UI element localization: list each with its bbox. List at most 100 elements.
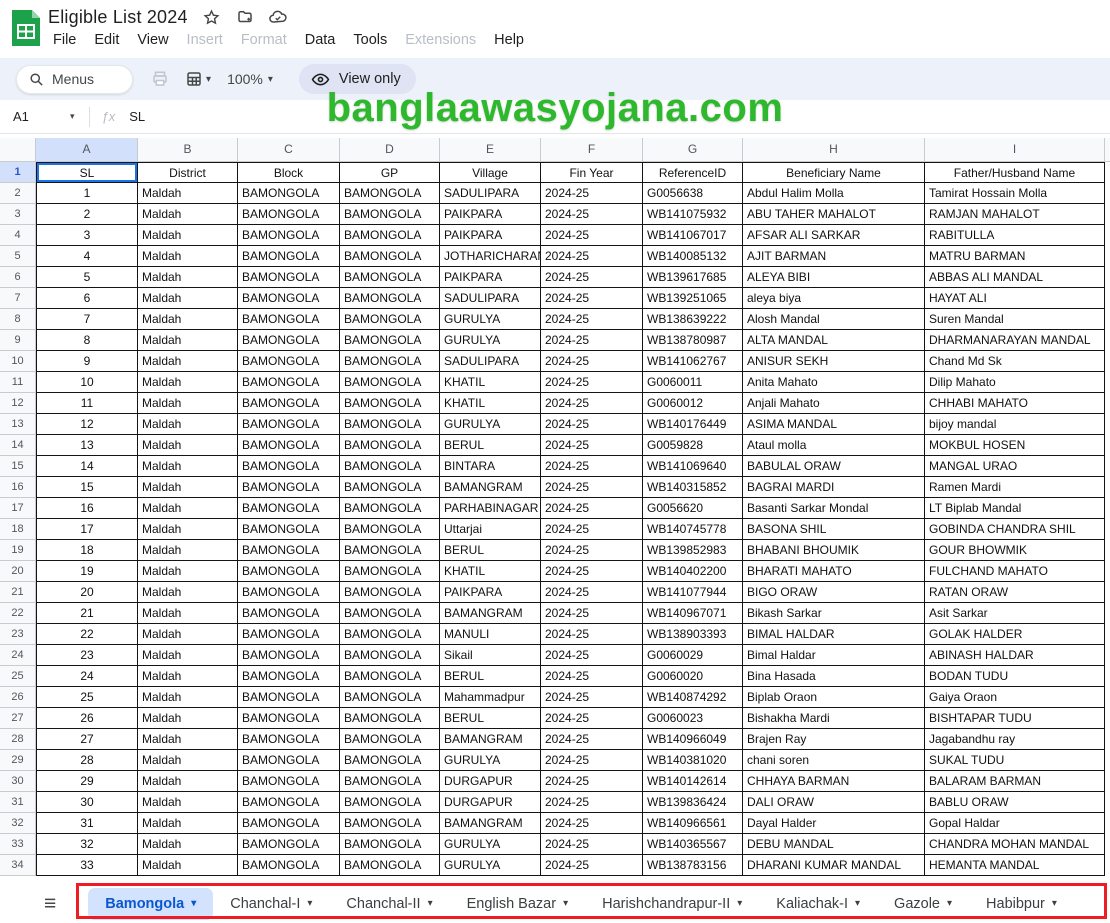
cell[interactable]: Bikash Sarkar (743, 603, 925, 624)
sheet-tab-habibpur[interactable]: Habibpur▾ (969, 888, 1074, 920)
cell[interactable]: 21 (36, 603, 138, 624)
cell[interactable]: Maldah (138, 204, 238, 225)
cell[interactable]: Abdul Halim Molla (743, 183, 925, 204)
cell[interactable]: BISHTAPAR TUDU (925, 708, 1105, 729)
cell[interactable]: BAMONGOLA (340, 624, 440, 645)
cell[interactable]: BAMONGOLA (340, 225, 440, 246)
cell[interactable]: BAMONGOLA (238, 729, 340, 750)
cell[interactable]: WB140966561 (643, 813, 743, 834)
cell[interactable]: BERUL (440, 540, 541, 561)
cell[interactable]: ALEYA BIBI (743, 267, 925, 288)
column-header-g[interactable]: G (643, 138, 743, 162)
cell[interactable]: BAMONGOLA (238, 456, 340, 477)
move-icon[interactable] (236, 8, 254, 26)
cell[interactable]: BAMONGOLA (340, 645, 440, 666)
cell[interactable]: Mahammadpur (440, 687, 541, 708)
cell[interactable]: BAMANGRAM (440, 813, 541, 834)
cell[interactable]: BIGO ORAW (743, 582, 925, 603)
cell[interactable]: WB139836424 (643, 792, 743, 813)
cell[interactable]: Bimal Haldar (743, 645, 925, 666)
cell[interactable]: DEBU MANDAL (743, 834, 925, 855)
cell[interactable]: BAMONGOLA (340, 435, 440, 456)
cell[interactable]: Maldah (138, 393, 238, 414)
cell[interactable]: BAMONGOLA (238, 771, 340, 792)
cell[interactable]: Suren Mandal (925, 309, 1105, 330)
cell[interactable]: Anjali Mahato (743, 393, 925, 414)
cell[interactable]: WB139617685 (643, 267, 743, 288)
cell[interactable]: GOLAK HALDER (925, 624, 1105, 645)
cell[interactable]: MOKBUL HOSEN (925, 435, 1105, 456)
cell[interactable]: Maldah (138, 771, 238, 792)
row-header-10[interactable]: 10 (0, 351, 36, 372)
cell[interactable]: BAMONGOLA (238, 435, 340, 456)
cell[interactable]: Maldah (138, 246, 238, 267)
row-header-6[interactable]: 6 (0, 267, 36, 288)
cell[interactable]: CHHABI MAHATO (925, 393, 1105, 414)
cell[interactable]: Sikail (440, 645, 541, 666)
cell[interactable]: WB140402200 (643, 561, 743, 582)
cell[interactable]: 2024-25 (541, 267, 643, 288)
cell[interactable]: BAMONGOLA (340, 204, 440, 225)
cell[interactable]: 2024-25 (541, 582, 643, 603)
cell[interactable]: WB140745778 (643, 519, 743, 540)
cell[interactable]: PARHABINAGAR (440, 498, 541, 519)
column-header-b[interactable]: B (138, 138, 238, 162)
cell[interactable]: Maldah (138, 414, 238, 435)
cell[interactable]: Chand Md Sk (925, 351, 1105, 372)
row-header-20[interactable]: 20 (0, 561, 36, 582)
cell[interactable]: WB140874292 (643, 687, 743, 708)
header-cell[interactable]: Father/Husband Name (925, 162, 1105, 183)
cell[interactable]: Bishakha Mardi (743, 708, 925, 729)
cell[interactable]: 2024-25 (541, 855, 643, 876)
cell[interactable]: SUKAL TUDU (925, 750, 1105, 771)
cell[interactable]: RATAN ORAW (925, 582, 1105, 603)
cell[interactable]: BAMONGOLA (238, 834, 340, 855)
cell[interactable]: 2024-25 (541, 330, 643, 351)
cell[interactable]: MATRU BARMAN (925, 246, 1105, 267)
cell[interactable]: MANULI (440, 624, 541, 645)
cell[interactable]: WB138639222 (643, 309, 743, 330)
cell[interactable]: Brajen Ray (743, 729, 925, 750)
cell[interactable]: WB141069640 (643, 456, 743, 477)
cell[interactable]: GOUR BHOWMIK (925, 540, 1105, 561)
cell[interactable]: 22 (36, 624, 138, 645)
row-header-8[interactable]: 8 (0, 309, 36, 330)
cell[interactable]: BAMONGOLA (340, 183, 440, 204)
cell[interactable]: 33 (36, 855, 138, 876)
cell[interactable]: BAMONGOLA (238, 582, 340, 603)
row-header-3[interactable]: 3 (0, 204, 36, 225)
cell[interactable]: BAMONGOLA (340, 687, 440, 708)
cell[interactable]: ANISUR SEKH (743, 351, 925, 372)
cell[interactable]: GURULYA (440, 309, 541, 330)
cell[interactable]: BODAN TUDU (925, 666, 1105, 687)
cell[interactable]: Maldah (138, 834, 238, 855)
cell[interactable]: bijoy mandal (925, 414, 1105, 435)
cell[interactable]: RAMJAN MAHALOT (925, 204, 1105, 225)
header-cell[interactable]: GP (340, 162, 440, 183)
row-header-15[interactable]: 15 (0, 456, 36, 477)
cell[interactable]: WB140176449 (643, 414, 743, 435)
cell[interactable]: Maldah (138, 519, 238, 540)
cell[interactable]: Maldah (138, 456, 238, 477)
cell[interactable]: JOTHARICHARAN (440, 246, 541, 267)
cell[interactable]: BAMONGOLA (340, 477, 440, 498)
cell[interactable]: BAMONGOLA (340, 582, 440, 603)
header-cell[interactable]: Fin Year (541, 162, 643, 183)
cell[interactable]: Basanti Sarkar Mondal (743, 498, 925, 519)
cell[interactable]: WB141062767 (643, 351, 743, 372)
cell[interactable]: 25 (36, 687, 138, 708)
document-status-icon[interactable] (269, 8, 287, 26)
cell[interactable]: 26 (36, 708, 138, 729)
cell[interactable]: 2024-25 (541, 792, 643, 813)
cell[interactable]: SADULIPARA (440, 288, 541, 309)
cell[interactable]: DURGAPUR (440, 792, 541, 813)
cell[interactable]: WB141077944 (643, 582, 743, 603)
cell[interactable]: DHARANI KUMAR MANDAL (743, 855, 925, 876)
menu-item-file[interactable]: File (44, 29, 85, 51)
cell[interactable]: G0060023 (643, 708, 743, 729)
cell[interactable]: Maldah (138, 687, 238, 708)
all-sheets-menu-icon[interactable]: ≡ (44, 893, 56, 914)
cell[interactable]: Gaiya Oraon (925, 687, 1105, 708)
cell[interactable]: 12 (36, 414, 138, 435)
cell[interactable]: HAYAT ALI (925, 288, 1105, 309)
